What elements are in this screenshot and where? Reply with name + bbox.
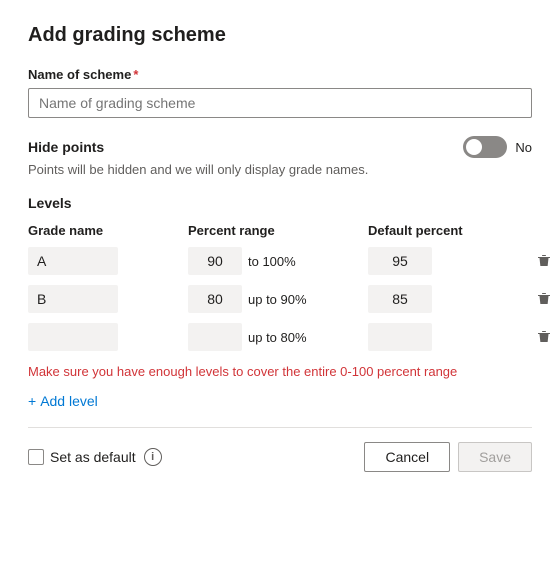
col-percent-range: Percent range [188,223,368,238]
hide-points-toggle-label: No [515,140,532,155]
cancel-button[interactable]: Cancel [364,442,450,472]
percent-range-text-1: to 100% [248,254,296,269]
levels-header: Grade name Percent range Default percent [28,219,532,242]
default-percent-input-3[interactable] [368,323,432,351]
hide-points-toggle[interactable] [463,136,507,158]
delete-row-button-3[interactable] [528,325,560,349]
table-row: up to 80% [28,318,532,356]
grade-name-input-2[interactable] [28,285,118,313]
set-default-checkbox[interactable] [28,449,44,465]
page-title: Add grading scheme [28,24,532,47]
grade-name-input-1[interactable] [28,247,118,275]
percent-range-text-3: up to 80% [248,330,307,345]
scheme-name-label: Name of scheme* [28,67,532,82]
info-icon[interactable]: i [144,448,162,466]
levels-title: Levels [28,195,532,211]
delete-row-button-1[interactable] [528,249,560,273]
percent-from-input-3[interactable] [188,323,242,351]
footer-divider [28,427,532,428]
delete-row-button-2[interactable] [528,287,560,311]
grade-name-input-3[interactable] [28,323,118,351]
default-percent-input-1[interactable] [368,247,432,275]
percent-from-input-2[interactable] [188,285,242,313]
add-level-button[interactable]: + Add level [28,389,98,413]
default-percent-input-2[interactable] [368,285,432,313]
add-level-label: Add level [40,393,98,409]
set-default-wrap: Set as default [28,449,136,465]
error-message: Make sure you have enough levels to cove… [28,364,532,379]
footer: Set as default i Cancel Save [28,442,532,472]
percent-range-text-2: up to 90% [248,292,307,307]
percent-from-input-1[interactable] [188,247,242,275]
set-default-label: Set as default [50,449,136,465]
table-row: up to 90% [28,280,532,318]
col-grade-name: Grade name [28,223,188,238]
save-button[interactable]: Save [458,442,532,472]
hide-points-subtitle: Points will be hidden and we will only d… [28,162,532,177]
scheme-name-input[interactable] [28,88,532,118]
col-default-percent: Default percent [368,223,528,238]
add-level-plus: + [28,393,36,409]
hide-points-label: Hide points [28,139,104,155]
table-row: to 100% [28,242,532,280]
